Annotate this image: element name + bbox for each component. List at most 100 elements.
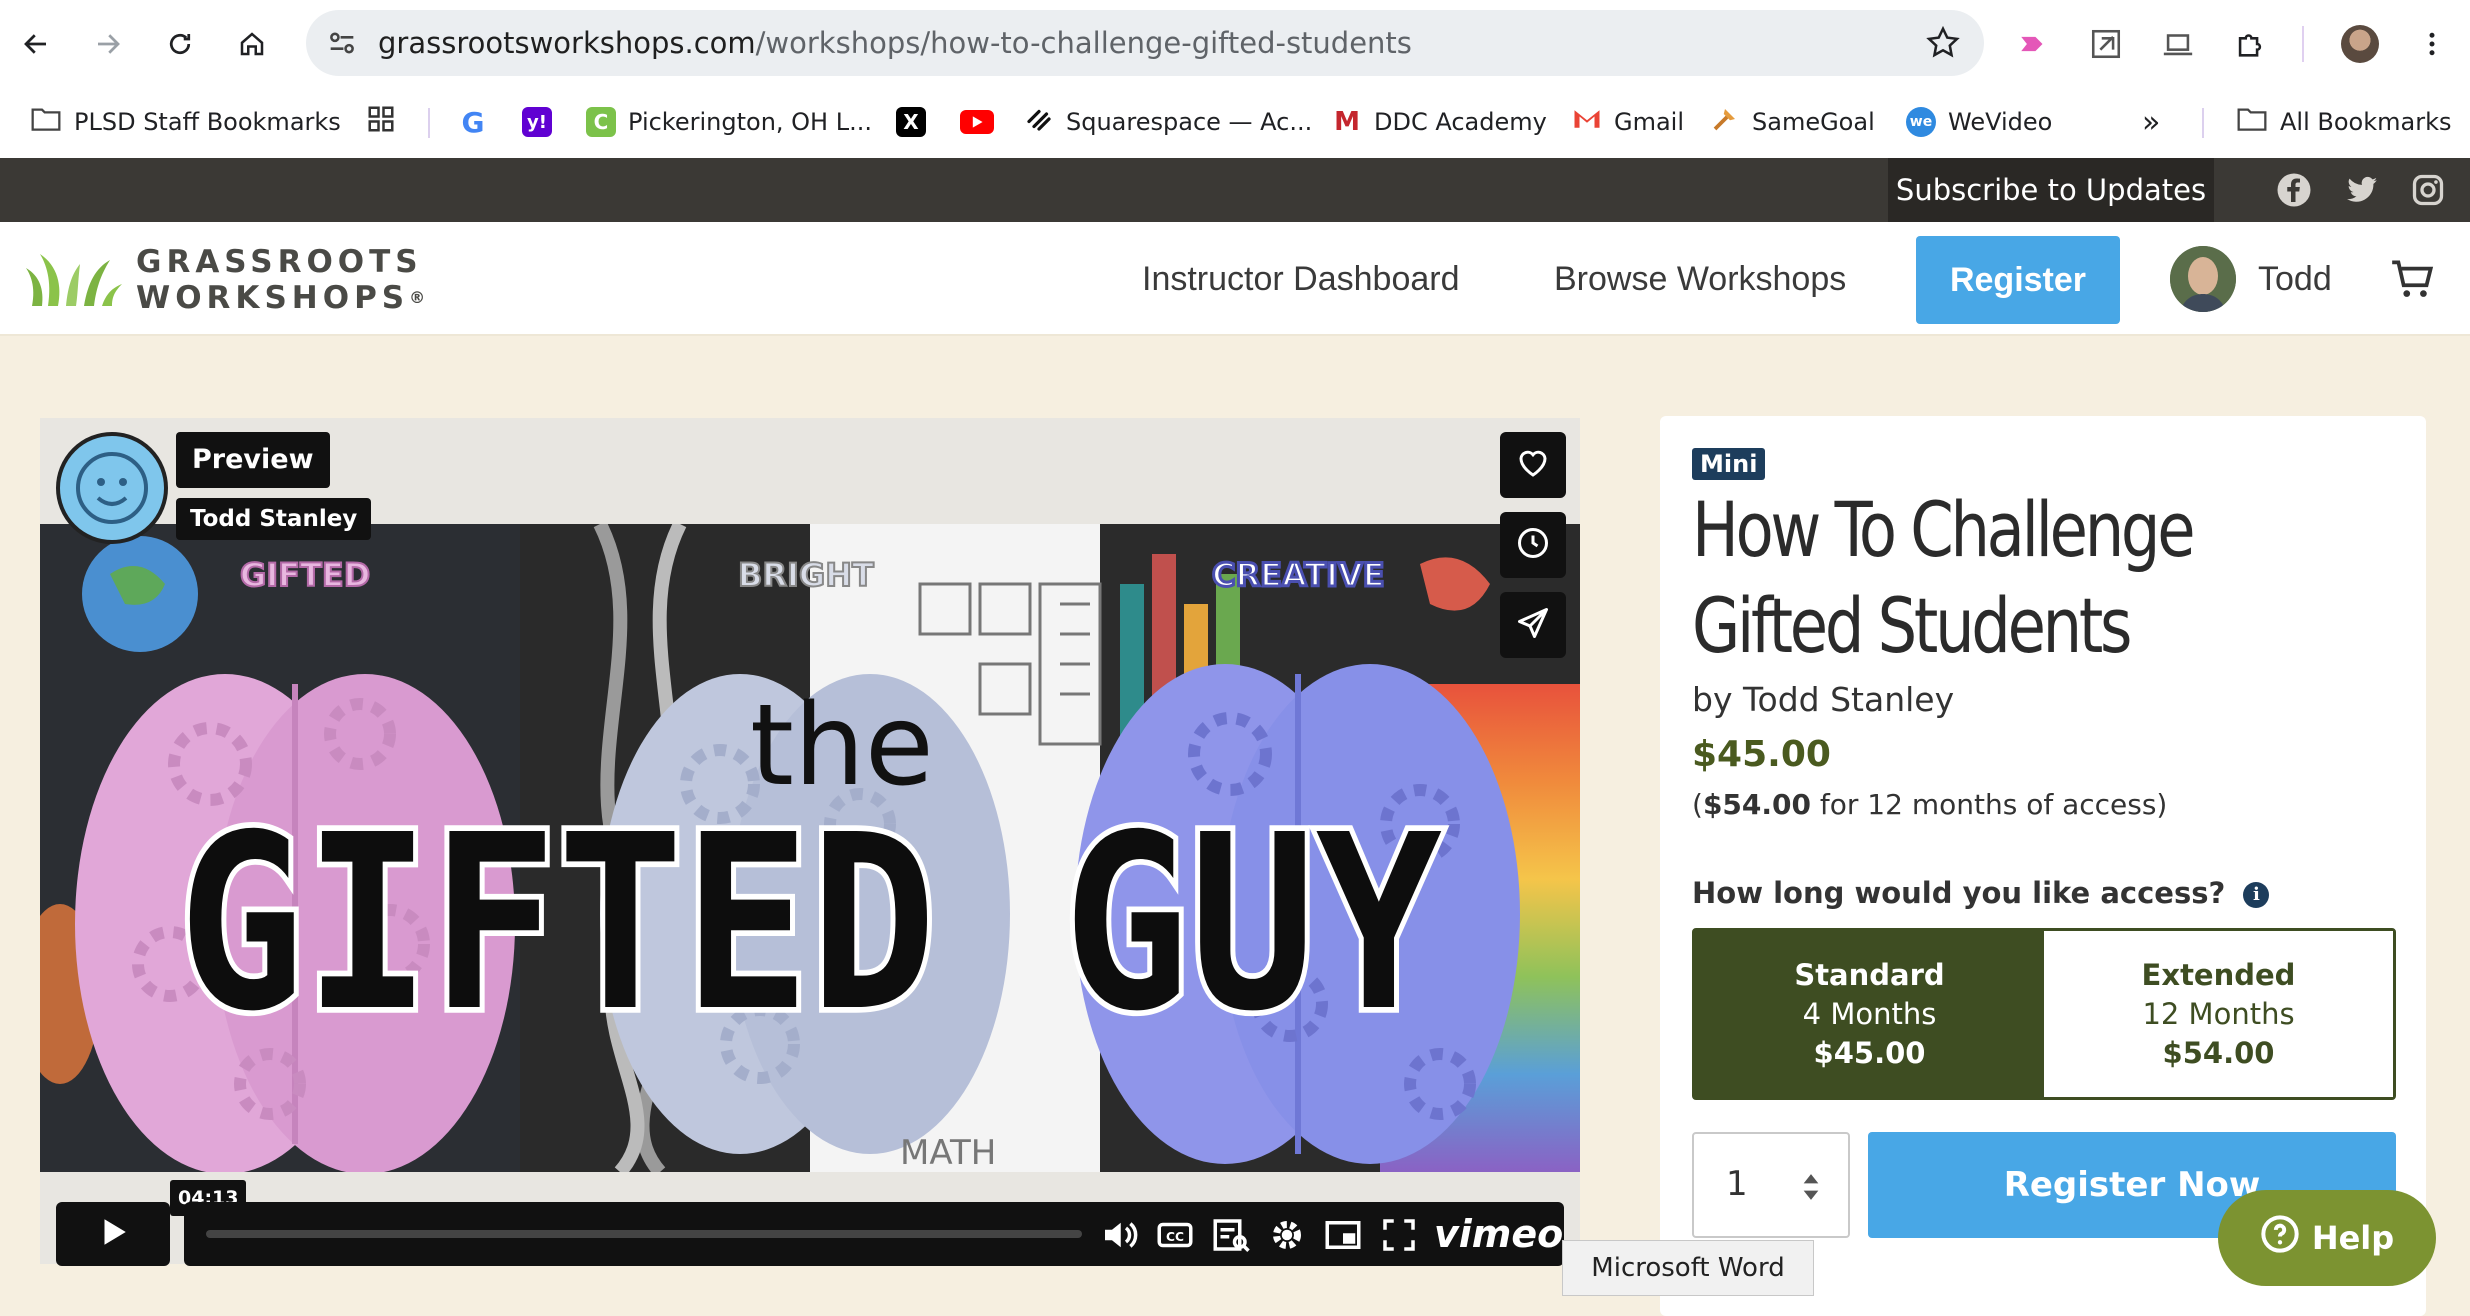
extended-price-note: ($54.00 for 12 months of access) bbox=[1692, 788, 2167, 821]
help-label: Help bbox=[2311, 1219, 2395, 1257]
profile-avatar[interactable] bbox=[2334, 18, 2386, 70]
stepper-arrows-icon[interactable] bbox=[1800, 1170, 1822, 1208]
nav-register-button[interactable]: Register bbox=[1916, 236, 2120, 324]
folder-icon bbox=[2236, 105, 2268, 139]
more-bookmarks-button[interactable]: » bbox=[2142, 92, 2160, 152]
samegoal-icon bbox=[1710, 104, 1740, 140]
url-domain: grassrootsworkshops.com bbox=[378, 26, 756, 60]
play-icon bbox=[96, 1215, 130, 1253]
reload-icon[interactable] bbox=[154, 18, 206, 70]
extensions-puzzle-icon[interactable] bbox=[2224, 18, 2276, 70]
bookmark-label: WeVideo bbox=[1948, 108, 2053, 136]
site-settings-icon[interactable] bbox=[324, 26, 360, 60]
forward-arrow-icon[interactable] bbox=[82, 18, 134, 70]
bookmark-samegoal[interactable]: SameGoal bbox=[1710, 92, 1875, 152]
c-icon: C bbox=[586, 107, 616, 137]
fullscreen-icon[interactable] bbox=[1378, 1214, 1420, 1256]
svg-text:CC: CC bbox=[1166, 1230, 1184, 1244]
workshop-price: $45.00 bbox=[1692, 734, 1831, 775]
title-line2: Gifted Students bbox=[1692, 581, 2132, 670]
creator-avatar[interactable] bbox=[56, 432, 168, 544]
bookmark-youtube[interactable] bbox=[960, 92, 994, 152]
ext-price-rest: for 12 months of access) bbox=[1811, 788, 2168, 821]
bookmark-gmail[interactable]: Gmail bbox=[1572, 92, 1684, 152]
apps-grid-icon bbox=[366, 104, 396, 140]
plan-extended-option[interactable]: Extended 12 Months $54.00 bbox=[2044, 931, 2393, 1097]
plan-name: Standard bbox=[1794, 957, 1945, 992]
info-icon[interactable]: i bbox=[2243, 882, 2270, 908]
bookmark-google[interactable]: G bbox=[458, 92, 488, 152]
nav-browse-workshops[interactable]: Browse Workshops bbox=[1554, 222, 1846, 336]
author-badge[interactable]: Todd Stanley bbox=[176, 498, 372, 540]
extension-screencast-icon[interactable] bbox=[2080, 18, 2132, 70]
play-button[interactable] bbox=[56, 1202, 170, 1266]
wevideo-icon: we bbox=[1906, 107, 1936, 137]
heart-icon bbox=[1515, 445, 1551, 485]
vimeo-logo[interactable]: vimeo bbox=[1434, 1212, 1563, 1256]
video-player[interactable]: GIFTED BRIGHT CREATIVE the GIFTED GUY MA… bbox=[40, 418, 1580, 1264]
bookmark-label: Pickerington, OH L... bbox=[628, 108, 872, 136]
bookmark-plsd-staff[interactable]: PLSD Staff Bookmarks bbox=[30, 92, 341, 152]
more-bookmarks-label: » bbox=[2142, 104, 2161, 140]
help-button[interactable]: Help bbox=[2218, 1190, 2436, 1286]
bookmark-yahoo[interactable]: y! bbox=[522, 92, 552, 152]
ext-price-open: ( bbox=[1692, 788, 1703, 821]
bookmark-x[interactable]: X bbox=[896, 92, 926, 152]
nav-instructor-dashboard[interactable]: Instructor Dashboard bbox=[1142, 222, 1460, 336]
bookmark-pickerington[interactable]: C Pickerington, OH L... bbox=[586, 92, 872, 152]
logo-line2: WORKSHOPS bbox=[136, 280, 410, 316]
taskbar-tooltip: Microsoft Word bbox=[1562, 1240, 1814, 1296]
volume-icon[interactable] bbox=[1098, 1214, 1140, 1256]
watch-later-button[interactable] bbox=[1500, 512, 1566, 578]
share-button[interactable] bbox=[1500, 592, 1566, 658]
browser-menu-icon[interactable] bbox=[2406, 18, 2458, 70]
quantity-value: 1 bbox=[1726, 1164, 1748, 1204]
bookmark-squarespace[interactable]: Squarespace — Ac... bbox=[1024, 92, 1312, 152]
bookmark-wevideo[interactable]: we WeVideo bbox=[1906, 92, 2052, 152]
plan-name: Extended bbox=[2141, 957, 2296, 992]
bookmarks-bar: PLSD Staff Bookmarks G y! C Pickerington… bbox=[0, 92, 2470, 152]
transcript-icon[interactable] bbox=[1210, 1214, 1252, 1256]
quantity-stepper[interactable]: 1 bbox=[1692, 1132, 1850, 1238]
twitter-icon[interactable] bbox=[2344, 172, 2380, 208]
plan-standard-option[interactable]: Standard 4 Months $45.00 bbox=[1695, 931, 2044, 1097]
captions-icon[interactable]: CC bbox=[1154, 1214, 1196, 1256]
grass-logo-icon bbox=[26, 246, 122, 312]
access-plan-selector: Standard 4 Months $45.00 Extended 12 Mon… bbox=[1692, 928, 2396, 1100]
extension-pink-arrow-icon[interactable] bbox=[2008, 18, 2060, 70]
all-bookmarks-label: All Bookmarks bbox=[2280, 108, 2452, 136]
home-icon[interactable] bbox=[226, 18, 278, 70]
preview-badge: Preview bbox=[176, 432, 330, 488]
facebook-icon[interactable] bbox=[2276, 172, 2312, 208]
all-bookmarks-button[interactable]: All Bookmarks bbox=[2236, 92, 2451, 152]
clock-icon bbox=[1515, 525, 1551, 565]
access-question: How long would you like access? i bbox=[1692, 876, 2270, 910]
workshop-byline: by Todd Stanley bbox=[1692, 680, 1955, 719]
logo-text: GRASSROOTS WORKSHOPS® bbox=[136, 244, 425, 316]
cast-laptop-icon[interactable] bbox=[2152, 18, 2204, 70]
progress-bar[interactable] bbox=[206, 1230, 1082, 1238]
plan-price: $45.00 bbox=[1813, 1035, 1926, 1070]
question-circle-icon bbox=[2260, 1214, 2300, 1262]
plan-duration: 4 Months bbox=[1802, 996, 1937, 1031]
subscribe-button[interactable]: Subscribe to Updates bbox=[1888, 158, 2214, 222]
access-question-label: How long would you like access? bbox=[1692, 876, 2226, 910]
bookmark-label: DDC Academy bbox=[1374, 108, 1547, 136]
bookmark-star-icon[interactable] bbox=[1924, 24, 1962, 62]
instagram-icon[interactable] bbox=[2410, 172, 2446, 208]
bookmark-ddc-academy[interactable]: M DDC Academy bbox=[1332, 92, 1547, 152]
cart-icon[interactable] bbox=[2388, 254, 2438, 304]
folder-icon bbox=[30, 105, 62, 139]
user-avatar[interactable] bbox=[2170, 246, 2236, 312]
title-line1: How To Challenge bbox=[1692, 485, 2196, 574]
paper-plane-icon bbox=[1515, 605, 1551, 645]
back-arrow-icon[interactable] bbox=[10, 18, 62, 70]
settings-gear-icon[interactable] bbox=[1266, 1214, 1308, 1256]
picture-in-picture-icon[interactable] bbox=[1322, 1214, 1364, 1256]
like-heart-button[interactable] bbox=[1500, 432, 1566, 498]
nav-user-name[interactable]: Todd bbox=[2258, 222, 2332, 336]
address-bar[interactable]: grassrootsworkshops.com/workshops/how-to… bbox=[306, 10, 1984, 76]
bookmark-apps[interactable] bbox=[366, 92, 396, 152]
site-logo[interactable]: GRASSROOTS WORKSHOPS® bbox=[26, 244, 425, 316]
video-thumbnail[interactable]: GIFTED BRIGHT CREATIVE the GIFTED GUY MA… bbox=[40, 520, 1580, 1177]
